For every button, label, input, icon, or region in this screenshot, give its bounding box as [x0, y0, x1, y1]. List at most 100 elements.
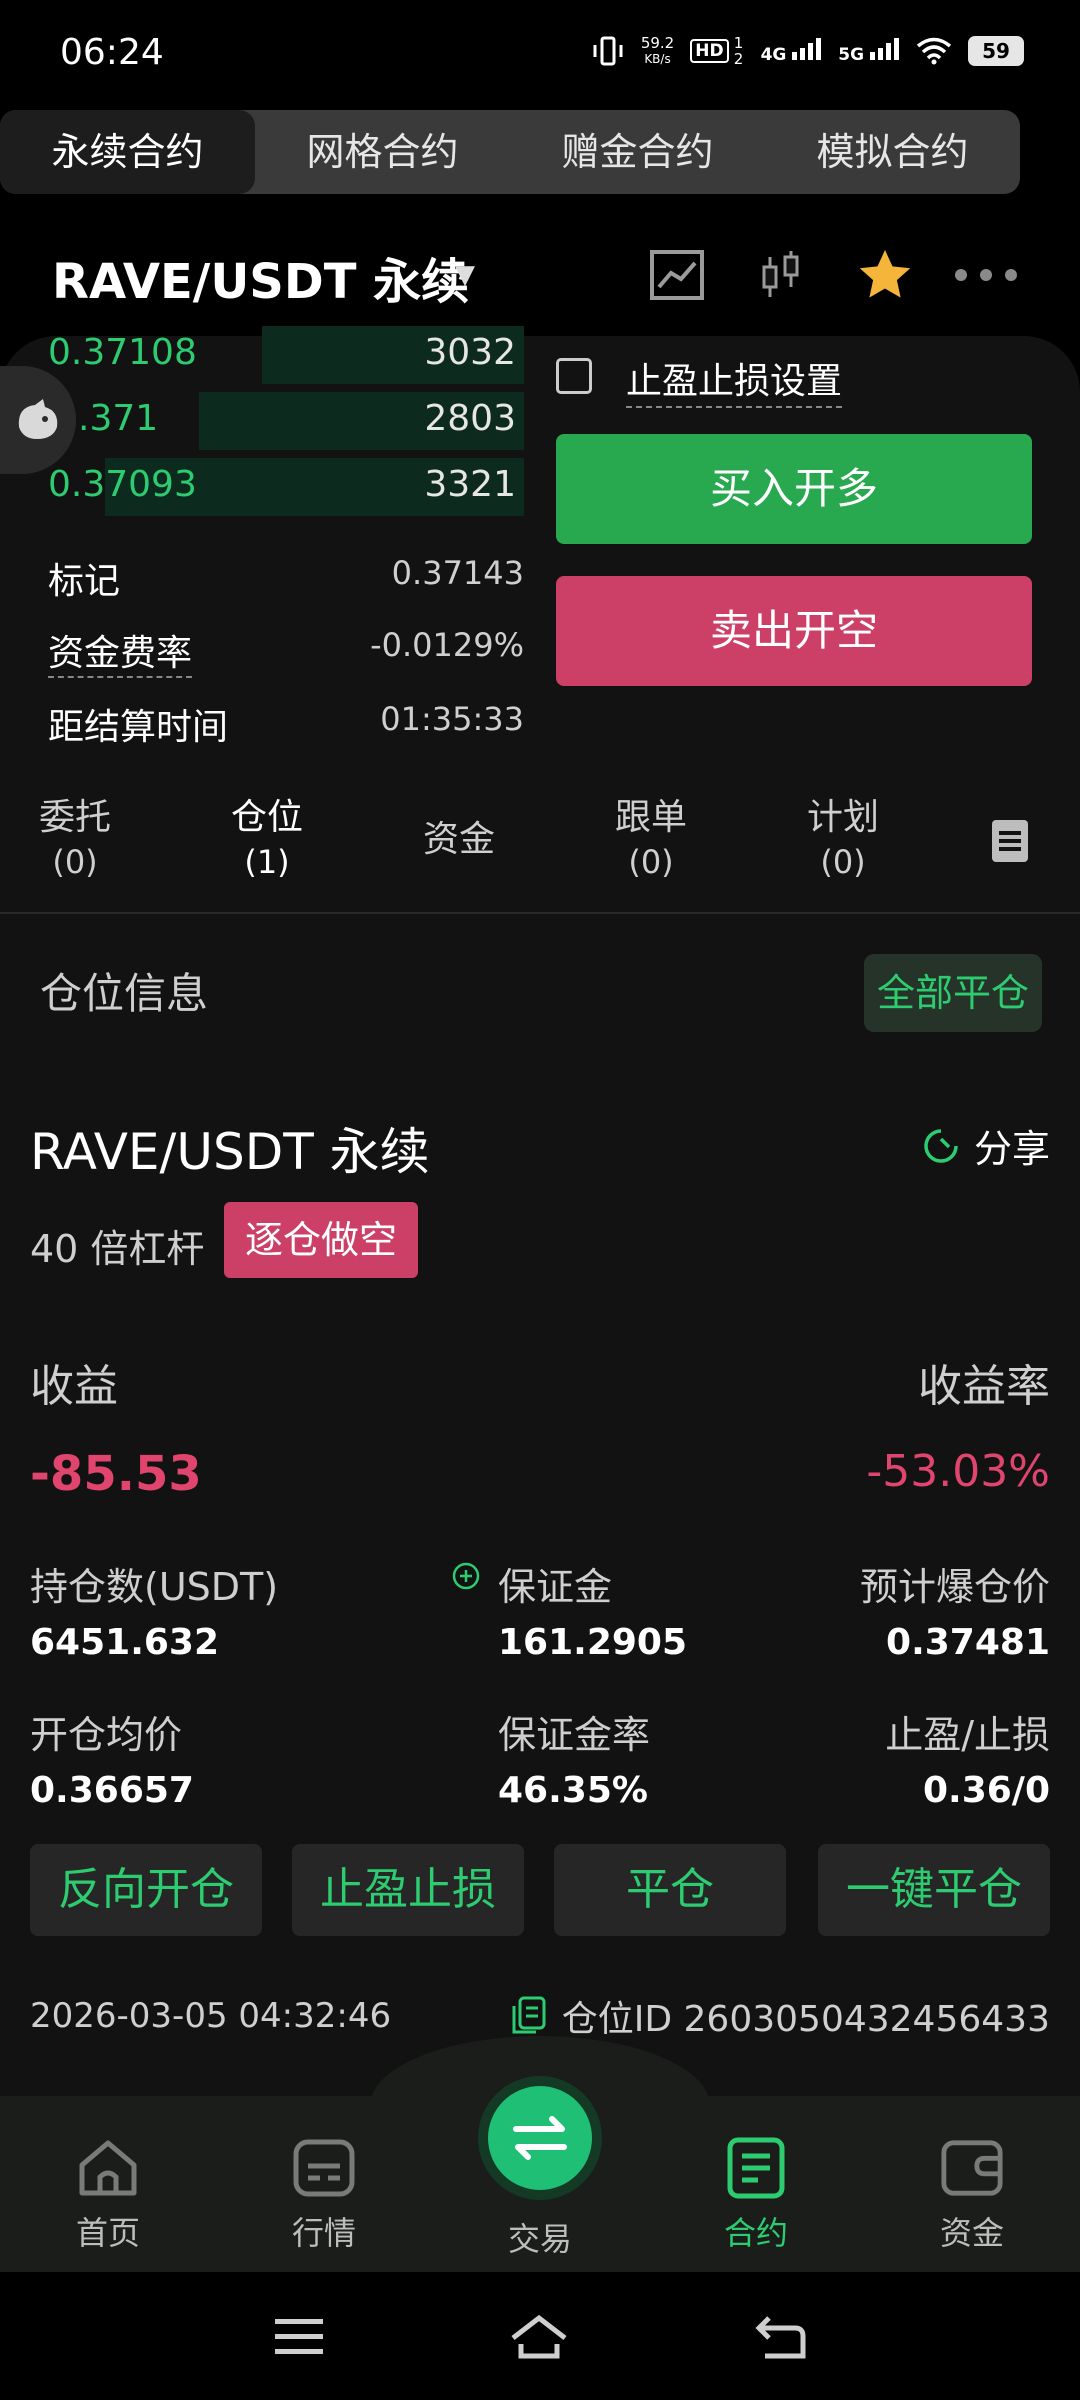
pnl-value: -85.53 — [30, 1446, 202, 1502]
tab-plan-count: (0) — [820, 843, 866, 881]
more-options-icon[interactable] — [946, 240, 1026, 310]
battery-indicator: 59 — [968, 36, 1024, 66]
home-button-icon[interactable] — [504, 2302, 574, 2372]
size-value: 6451.632 — [30, 1622, 220, 1663]
position-id: 仓位ID 2603050432456433 — [510, 1990, 1050, 2042]
tab-positions-label: 仓位 — [230, 797, 303, 838]
orderbook-price: 0.37093 — [48, 464, 197, 505]
funding-label[interactable]: 资金费率 — [48, 624, 193, 678]
mark-value: 0.37143 — [391, 554, 524, 592]
margin-mode-badge: 逐仓做空 — [224, 1202, 418, 1278]
orderbook-price: .371 — [78, 398, 159, 439]
tab-orders[interactable]: 委托 (0) — [0, 796, 150, 884]
settlement-row: 距结算时间 01:35:33 — [48, 690, 524, 750]
nav-trade-button[interactable] — [488, 2086, 592, 2190]
liq-price-label: 预计爆仓价 — [859, 1565, 1050, 1609]
nav-contract[interactable]: 合约 — [686, 2136, 826, 2254]
home-icon — [76, 2136, 140, 2200]
market-icon — [292, 2136, 356, 2200]
nav-home-label: 首页 — [75, 2214, 140, 2252]
nav-trade-label: 交易 — [507, 2220, 572, 2258]
pnl-label: 收益 — [30, 1361, 118, 1412]
pair-header: RAVE/USDT 永续 ▼ — [0, 230, 1080, 320]
tab-positions[interactable]: 仓位 (1) — [192, 796, 342, 884]
nav-market[interactable]: 行情 — [254, 2136, 394, 2254]
tab-grid[interactable]: 网格合约 — [255, 110, 510, 194]
roe-value: -53.03% — [866, 1446, 1050, 1497]
settle-value: 01:35:33 — [380, 700, 524, 738]
tab-assets-label: 资金 — [422, 819, 495, 860]
net-speed-value: 59.2 — [640, 34, 675, 52]
margin-value: 161.2905 — [498, 1622, 688, 1663]
tab-demo[interactable]: 模拟合约 — [765, 110, 1020, 194]
divider — [0, 912, 1080, 914]
copy-icon[interactable] — [510, 1996, 546, 2036]
orderbook-row[interactable]: 0.37108 3032 — [0, 322, 524, 388]
tpsl-checkbox[interactable] — [556, 358, 592, 394]
trade-icon — [513, 2116, 567, 2160]
position-pair: RAVE/USDT 永续 — [30, 1123, 430, 1181]
tab-positions-count: (1) — [244, 843, 290, 881]
entry-price-value: 0.36657 — [30, 1770, 194, 1811]
tpsl-value: 0.36/0 — [922, 1770, 1050, 1811]
wallet-icon — [940, 2136, 1004, 2200]
net-speed: 59.2 KB/s — [641, 35, 674, 67]
share-button[interactable]: 分享 — [922, 1118, 1050, 1173]
signal-4g: 4G — [760, 37, 823, 65]
hd-badge: HD — [690, 39, 729, 63]
nav-home[interactable]: 首页 — [38, 2136, 178, 2254]
close-position-button[interactable]: 平仓 — [554, 1844, 786, 1936]
orderbook-price: 0.37108 — [48, 332, 197, 373]
settle-label: 距结算时间 — [48, 707, 229, 748]
signal-icon — [870, 37, 899, 60]
tpsl-settings-label[interactable]: 止盈止损设置 — [626, 352, 843, 408]
funding-rate-row: 资金费率 -0.0129% — [48, 616, 524, 678]
tpsl-button[interactable]: 止盈止损 — [292, 1844, 524, 1936]
document-icon[interactable] — [992, 820, 1028, 866]
sell-short-button[interactable]: 卖出开空 — [556, 576, 1032, 686]
buy-long-button[interactable]: 买入开多 — [556, 434, 1032, 544]
hd-sub: 1 2 — [733, 34, 744, 68]
reverse-position-button[interactable]: 反向开仓 — [30, 1844, 262, 1936]
quick-close-button[interactable]: 一键平仓 — [818, 1844, 1050, 1936]
nav-assets[interactable]: 资金 — [902, 2136, 1042, 2254]
nav-assets-label: 资金 — [939, 2214, 1004, 2252]
tab-assets[interactable]: 资金 — [384, 818, 534, 862]
margin-label: 保证金 — [498, 1565, 613, 1609]
share-label: 分享 — [973, 1127, 1050, 1171]
signal-5g-label: 5G — [838, 44, 865, 65]
orderbook-row[interactable]: .371 2803 — [0, 388, 524, 454]
mascot-icon — [18, 399, 58, 439]
contract-type-tabs: 永续合约 网格合约 赠金合约 模拟合约 — [0, 110, 1020, 194]
orderbook-row[interactable]: 0.37093 3321 — [0, 454, 524, 520]
caret-down-icon[interactable]: ▼ — [455, 260, 475, 290]
back-icon[interactable] — [746, 2302, 816, 2372]
tab-perpetual[interactable]: 永续合约 — [0, 110, 255, 194]
tab-copytrade-count: (0) — [628, 843, 674, 881]
close-all-button[interactable]: 全部平仓 — [864, 954, 1042, 1032]
add-margin-icon[interactable] — [452, 1562, 480, 1594]
system-nav-bar — [0, 2272, 1080, 2400]
tab-copytrade[interactable]: 跟单 (0) — [576, 796, 726, 884]
favorite-star-icon[interactable] — [850, 240, 920, 310]
liq-price-value: 0.37481 — [886, 1622, 1050, 1663]
signal-4g-label: 4G — [760, 44, 787, 65]
candlestick-icon[interactable] — [746, 240, 816, 310]
net-speed-unit: KB/s — [644, 52, 671, 66]
mark-label: 标记 — [48, 561, 121, 602]
margin-rate-value: 46.35% — [498, 1770, 648, 1811]
margin-rate-label: 保证金率 — [498, 1713, 651, 1757]
menu-icon[interactable] — [264, 2302, 334, 2372]
funding-value: -0.0129% — [370, 626, 524, 664]
roe-label: 收益率 — [918, 1361, 1050, 1412]
tab-bonus[interactable]: 赠金合约 — [510, 110, 765, 194]
chart-icon[interactable] — [642, 240, 712, 310]
pair-selector[interactable]: RAVE/USDT 永续 — [52, 242, 469, 312]
leverage-label: 40 倍杠杆 — [30, 1227, 205, 1271]
status-icons: 59.2 KB/s HD 1 2 4G 5G 59 — [591, 34, 1024, 68]
orderbook-qty: 3032 — [424, 332, 516, 373]
signal-5g: 5G — [838, 37, 900, 65]
tab-plan[interactable]: 计划 (0) — [768, 796, 918, 884]
size-label: 持仓数(USDT) — [30, 1565, 279, 1609]
status-time: 06:24 — [60, 32, 164, 73]
